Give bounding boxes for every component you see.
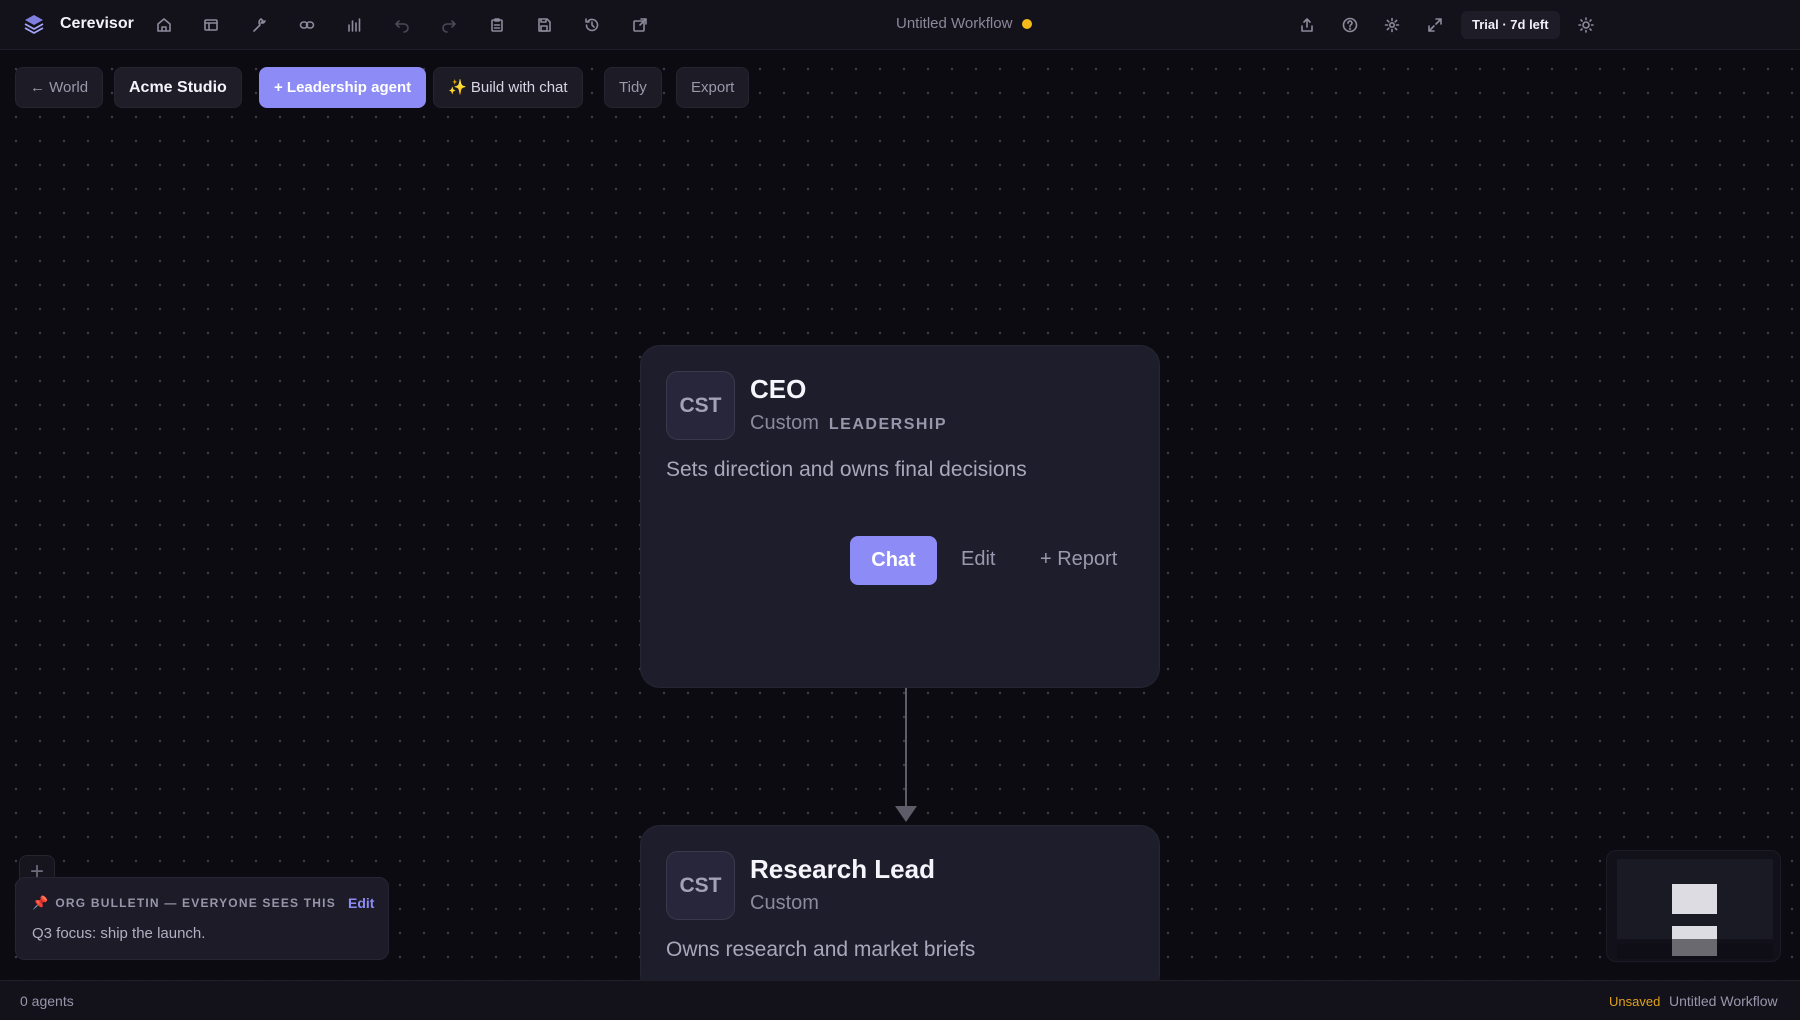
org-bulletin: 📌 ORG BULLETIN — EVERYONE SEES THIS Edit…	[15, 877, 389, 960]
agent-description: Owns research and market briefs	[666, 938, 976, 961]
agent-subtitle: Custom LEADERSHIP	[750, 412, 947, 435]
build-with-chat-button[interactable]: ✨ Build with chat	[433, 67, 583, 108]
bulletin-heading-text: ORG BULLETIN — EVERYONE SEES THIS	[55, 896, 336, 910]
bar-chart-icon[interactable]	[342, 13, 366, 37]
workflow-title-text: Untitled Workflow	[896, 15, 1013, 32]
minimap[interactable]	[1606, 850, 1781, 962]
export-button[interactable]: Export	[676, 67, 750, 108]
back-world-button[interactable]: ← World	[15, 67, 104, 108]
studio-button[interactable]: Acme Studio	[114, 67, 242, 108]
external-icon[interactable]	[628, 13, 652, 37]
layers-logo-icon	[24, 15, 44, 34]
home-icon[interactable]	[152, 13, 176, 37]
add-report-button[interactable]: + Report	[1040, 548, 1117, 571]
agent-tag: LEADERSHIP	[828, 416, 948, 433]
sun-icon[interactable]	[1574, 13, 1598, 37]
unsaved-dot-indicator	[1022, 18, 1033, 29]
undo-icon[interactable]	[390, 13, 414, 37]
agent-avatar: CST	[666, 371, 735, 440]
agent-node-ceo[interactable]: CST CEO Custom LEADERSHIP Sets direction …	[640, 345, 1160, 688]
layout-icon[interactable]	[199, 13, 223, 37]
add-leadership-agent-button[interactable]: + Leadership agent	[259, 67, 427, 108]
agent-avatar: CST	[666, 851, 735, 920]
agent-title: CEO	[750, 374, 807, 404]
share-icon[interactable]	[1295, 13, 1319, 37]
connector-arrowhead-icon	[895, 806, 917, 822]
save-icon[interactable]	[532, 13, 556, 37]
agent-type: Custom	[750, 892, 819, 914]
unsaved-status: Unsaved	[1609, 994, 1661, 1009]
status-bar: 0 agents Unsaved Untitled Workflow	[0, 980, 1800, 1020]
bulletin-body: Q3 focus: ship the launch.	[32, 925, 206, 942]
workflow-title[interactable]: Untitled Workflow	[896, 15, 1033, 32]
app-name: Cerevisor	[60, 15, 134, 32]
trial-badge[interactable]: Trial · 7d left	[1461, 11, 1560, 39]
agent-count: 0 agents	[20, 993, 74, 1009]
bulletin-edit-button[interactable]: Edit	[348, 895, 374, 911]
agent-description: Sets direction and owns final decisions	[666, 458, 1027, 481]
top-bar: Cerevisor Untitled Workflow Trial · 7d l…	[0, 0, 1800, 50]
tidy-button[interactable]: Tidy	[604, 67, 662, 108]
clipboard-icon[interactable]	[485, 13, 509, 37]
status-workflow-name: Untitled Workflow	[1669, 993, 1778, 1009]
minimap-shade	[1617, 939, 1773, 959]
gear-icon[interactable]	[1380, 13, 1404, 37]
agent-node-research-lead[interactable]: CST Research Lead Custom Owns research a…	[640, 825, 1160, 995]
link-icon[interactable]	[295, 13, 319, 37]
help-icon[interactable]	[1338, 13, 1362, 37]
edit-button[interactable]: Edit	[961, 548, 995, 571]
connector-line	[905, 688, 907, 806]
bulletin-heading: 📌 ORG BULLETIN — EVERYONE SEES THIS	[32, 895, 336, 911]
chat-button[interactable]: Chat	[850, 536, 937, 585]
history-icon[interactable]	[580, 13, 604, 37]
agent-type: Custom	[750, 412, 819, 434]
minimap-node	[1672, 884, 1717, 914]
pin-icon: 📌	[32, 895, 50, 910]
redo-icon[interactable]	[437, 13, 461, 37]
agent-title: Research Lead	[750, 854, 935, 884]
expand-icon[interactable]	[1423, 13, 1447, 37]
agent-subtitle: Custom	[750, 892, 819, 915]
brand[interactable]: Cerevisor	[22, 12, 134, 36]
wrench-icon[interactable]	[247, 13, 271, 37]
